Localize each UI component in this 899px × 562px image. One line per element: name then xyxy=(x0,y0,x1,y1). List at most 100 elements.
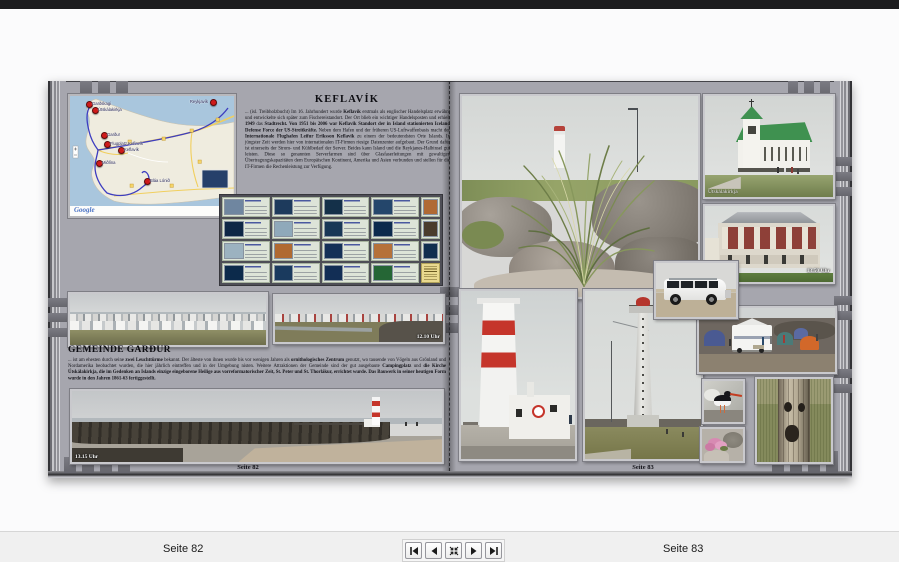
keflavik-text-block[interactable]: ... (isl. Treibholzbucht) Im 16. Jahrhun… xyxy=(245,109,450,193)
right-page-footer: Seite 83 xyxy=(543,464,743,471)
bird-card xyxy=(222,241,270,261)
roof-rack xyxy=(669,278,717,280)
map-marker-label: Útskálakirkja xyxy=(98,107,122,112)
map-watermark: Google xyxy=(74,206,95,214)
photobook-spread: GarðskagiÚtskálakirkjaGarðurFlugplatz Ke… xyxy=(48,81,852,478)
bird-card xyxy=(222,219,270,239)
window-top-strip xyxy=(0,0,899,9)
lantern-room xyxy=(636,297,650,306)
wheel xyxy=(706,294,717,305)
photo-white-suv[interactable] xyxy=(654,261,738,319)
chimney xyxy=(527,382,534,397)
antenna-mast xyxy=(611,341,612,422)
binding-dashed-line xyxy=(449,81,450,471)
grass-foreground xyxy=(70,330,266,345)
photo-timestamp: 12.10 Uhr xyxy=(417,334,440,340)
person xyxy=(416,422,418,426)
decor-tape xyxy=(834,157,852,166)
bird-card xyxy=(222,197,270,217)
note-card xyxy=(421,263,440,283)
bird-leg xyxy=(724,405,725,413)
photo-oystercatcher-bird[interactable] xyxy=(702,379,745,424)
bird-card xyxy=(371,263,419,283)
foundation xyxy=(738,168,810,172)
previous-page-button[interactable] xyxy=(425,542,442,559)
fence-post xyxy=(666,429,668,434)
window xyxy=(550,405,557,412)
gardur-paragraph: ... ist am ehesten durch seine zwei Leuc… xyxy=(68,357,446,381)
map-marker-label: Garður xyxy=(107,132,120,137)
bird-card xyxy=(222,263,270,283)
bird-card xyxy=(272,241,320,261)
bird-card xyxy=(421,197,440,217)
viewer-bottom-bar: Seite 82 Seite 83 xyxy=(0,531,899,562)
bird-card xyxy=(272,219,320,239)
photo-residential-area-right[interactable]: 12.10 Uhr xyxy=(273,294,445,344)
page-navigation xyxy=(402,539,505,562)
last-page-button[interactable] xyxy=(485,542,502,559)
photo-utskalakirkja-church[interactable]: Útskálakirkja xyxy=(703,94,835,199)
bottom-page-stack-edge xyxy=(48,471,852,478)
base-pedestal xyxy=(627,415,659,427)
bird-card xyxy=(421,241,440,261)
life-ring xyxy=(532,405,545,418)
decor-tape xyxy=(834,296,852,305)
first-page-button[interactable] xyxy=(405,542,422,559)
lighthouse-tower xyxy=(372,397,380,425)
photo-gardskagi-old-lighthouse[interactable] xyxy=(459,289,577,461)
cross-bar xyxy=(749,101,754,102)
lamp-arm xyxy=(628,108,638,110)
bird-card xyxy=(272,197,320,217)
bird-identification-chart[interactable] xyxy=(219,194,443,286)
page-title[interactable]: KEFLAVÍK xyxy=(244,94,450,105)
photo-timestamp: 13.15 Uhr xyxy=(75,454,98,460)
grass-tuft xyxy=(504,136,664,296)
keflavik-paragraph: ... (isl. Treibholzbucht) Im 16. Jahrhun… xyxy=(245,109,450,170)
belfry-window xyxy=(748,126,756,134)
first-page-icon xyxy=(408,545,420,557)
map-marker-label: Miðlína xyxy=(102,160,116,165)
road-strip xyxy=(461,446,575,459)
decor-tape xyxy=(834,172,852,181)
camper-stripe xyxy=(734,336,769,339)
camper-wheel xyxy=(737,348,742,353)
photo-residential-area-left[interactable] xyxy=(68,292,268,347)
photo-caption: Útskálakirkja xyxy=(708,189,738,195)
next-page-button[interactable] xyxy=(465,542,482,559)
person xyxy=(797,169,799,174)
gardur-text-block[interactable]: ... ist am ehesten durch seine zwei Leuc… xyxy=(68,357,446,387)
person xyxy=(569,415,572,424)
previous-page-icon xyxy=(428,545,440,557)
route-map[interactable]: GarðskagiÚtskálakirkjaGarðurFlugplatz Ke… xyxy=(68,94,236,218)
bird-card xyxy=(272,263,320,283)
gardur-heading[interactable]: GEMEINDE GARÐUR xyxy=(68,345,171,355)
seaweed-rocks xyxy=(72,422,390,443)
current-left-page-label: Seite 82 xyxy=(163,543,203,555)
map-markers-layer: GarðskagiÚtskálakirkjaGarðurFlugplatz Ke… xyxy=(70,96,234,206)
green-patch xyxy=(462,221,504,249)
camping-table xyxy=(753,345,764,349)
map-marker-label: Reykjavík xyxy=(190,99,208,104)
fit-center-button[interactable] xyxy=(445,542,462,559)
dirt-foreground xyxy=(699,354,835,372)
tower-windows xyxy=(642,318,644,419)
photo-beach-panorama[interactable]: 13.15 Uhr xyxy=(70,389,444,464)
map-marker[interactable] xyxy=(210,99,217,106)
map-marker-label: Keflavík xyxy=(124,147,139,152)
photo-pink-flowers[interactable] xyxy=(700,427,745,463)
fence-post xyxy=(682,432,684,437)
bird-card xyxy=(322,241,370,261)
decor-tape xyxy=(48,328,68,337)
window-row xyxy=(722,227,817,248)
bird-card xyxy=(322,219,370,239)
decor-tape xyxy=(834,384,852,393)
person xyxy=(729,339,731,346)
photo-wooden-post[interactable] xyxy=(755,377,833,464)
map-marker-label: Bláa Lónið xyxy=(150,178,170,183)
wood-grain xyxy=(778,379,811,462)
person xyxy=(770,336,772,344)
left-page-stack-edge xyxy=(48,81,66,471)
gallery xyxy=(629,305,657,313)
bench xyxy=(463,422,478,425)
decor-tape xyxy=(48,298,68,307)
